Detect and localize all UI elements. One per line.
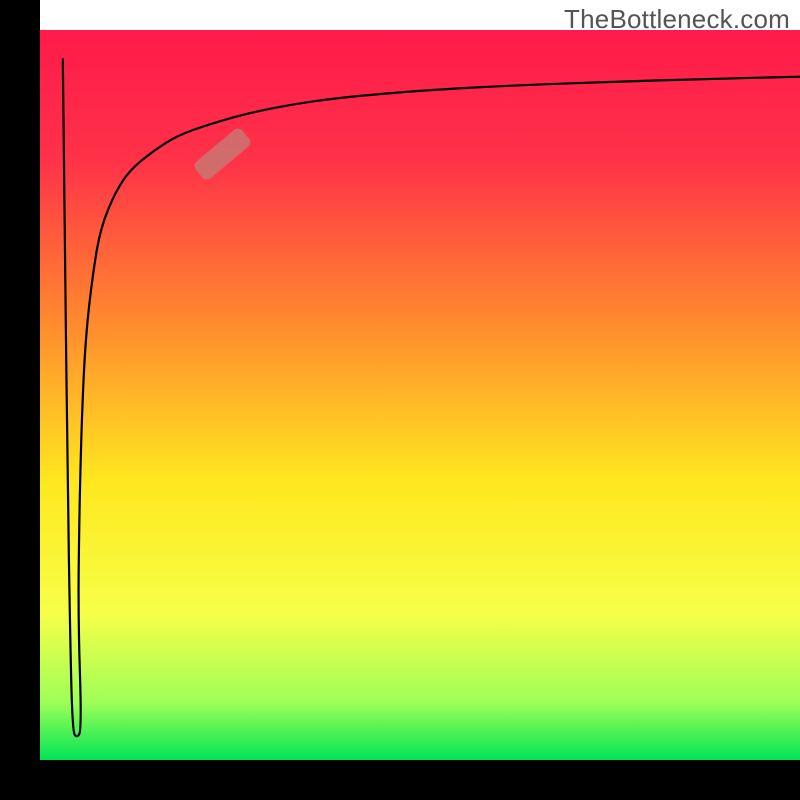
- y-axis: [0, 0, 40, 800]
- plot-svg: [0, 0, 800, 800]
- plot-area: [0, 0, 800, 800]
- gradient-background: [40, 30, 800, 760]
- x-axis: [0, 760, 800, 800]
- chart-frame: TheBottleneck.com: [0, 0, 800, 800]
- watermark-text: TheBottleneck.com: [564, 4, 790, 35]
